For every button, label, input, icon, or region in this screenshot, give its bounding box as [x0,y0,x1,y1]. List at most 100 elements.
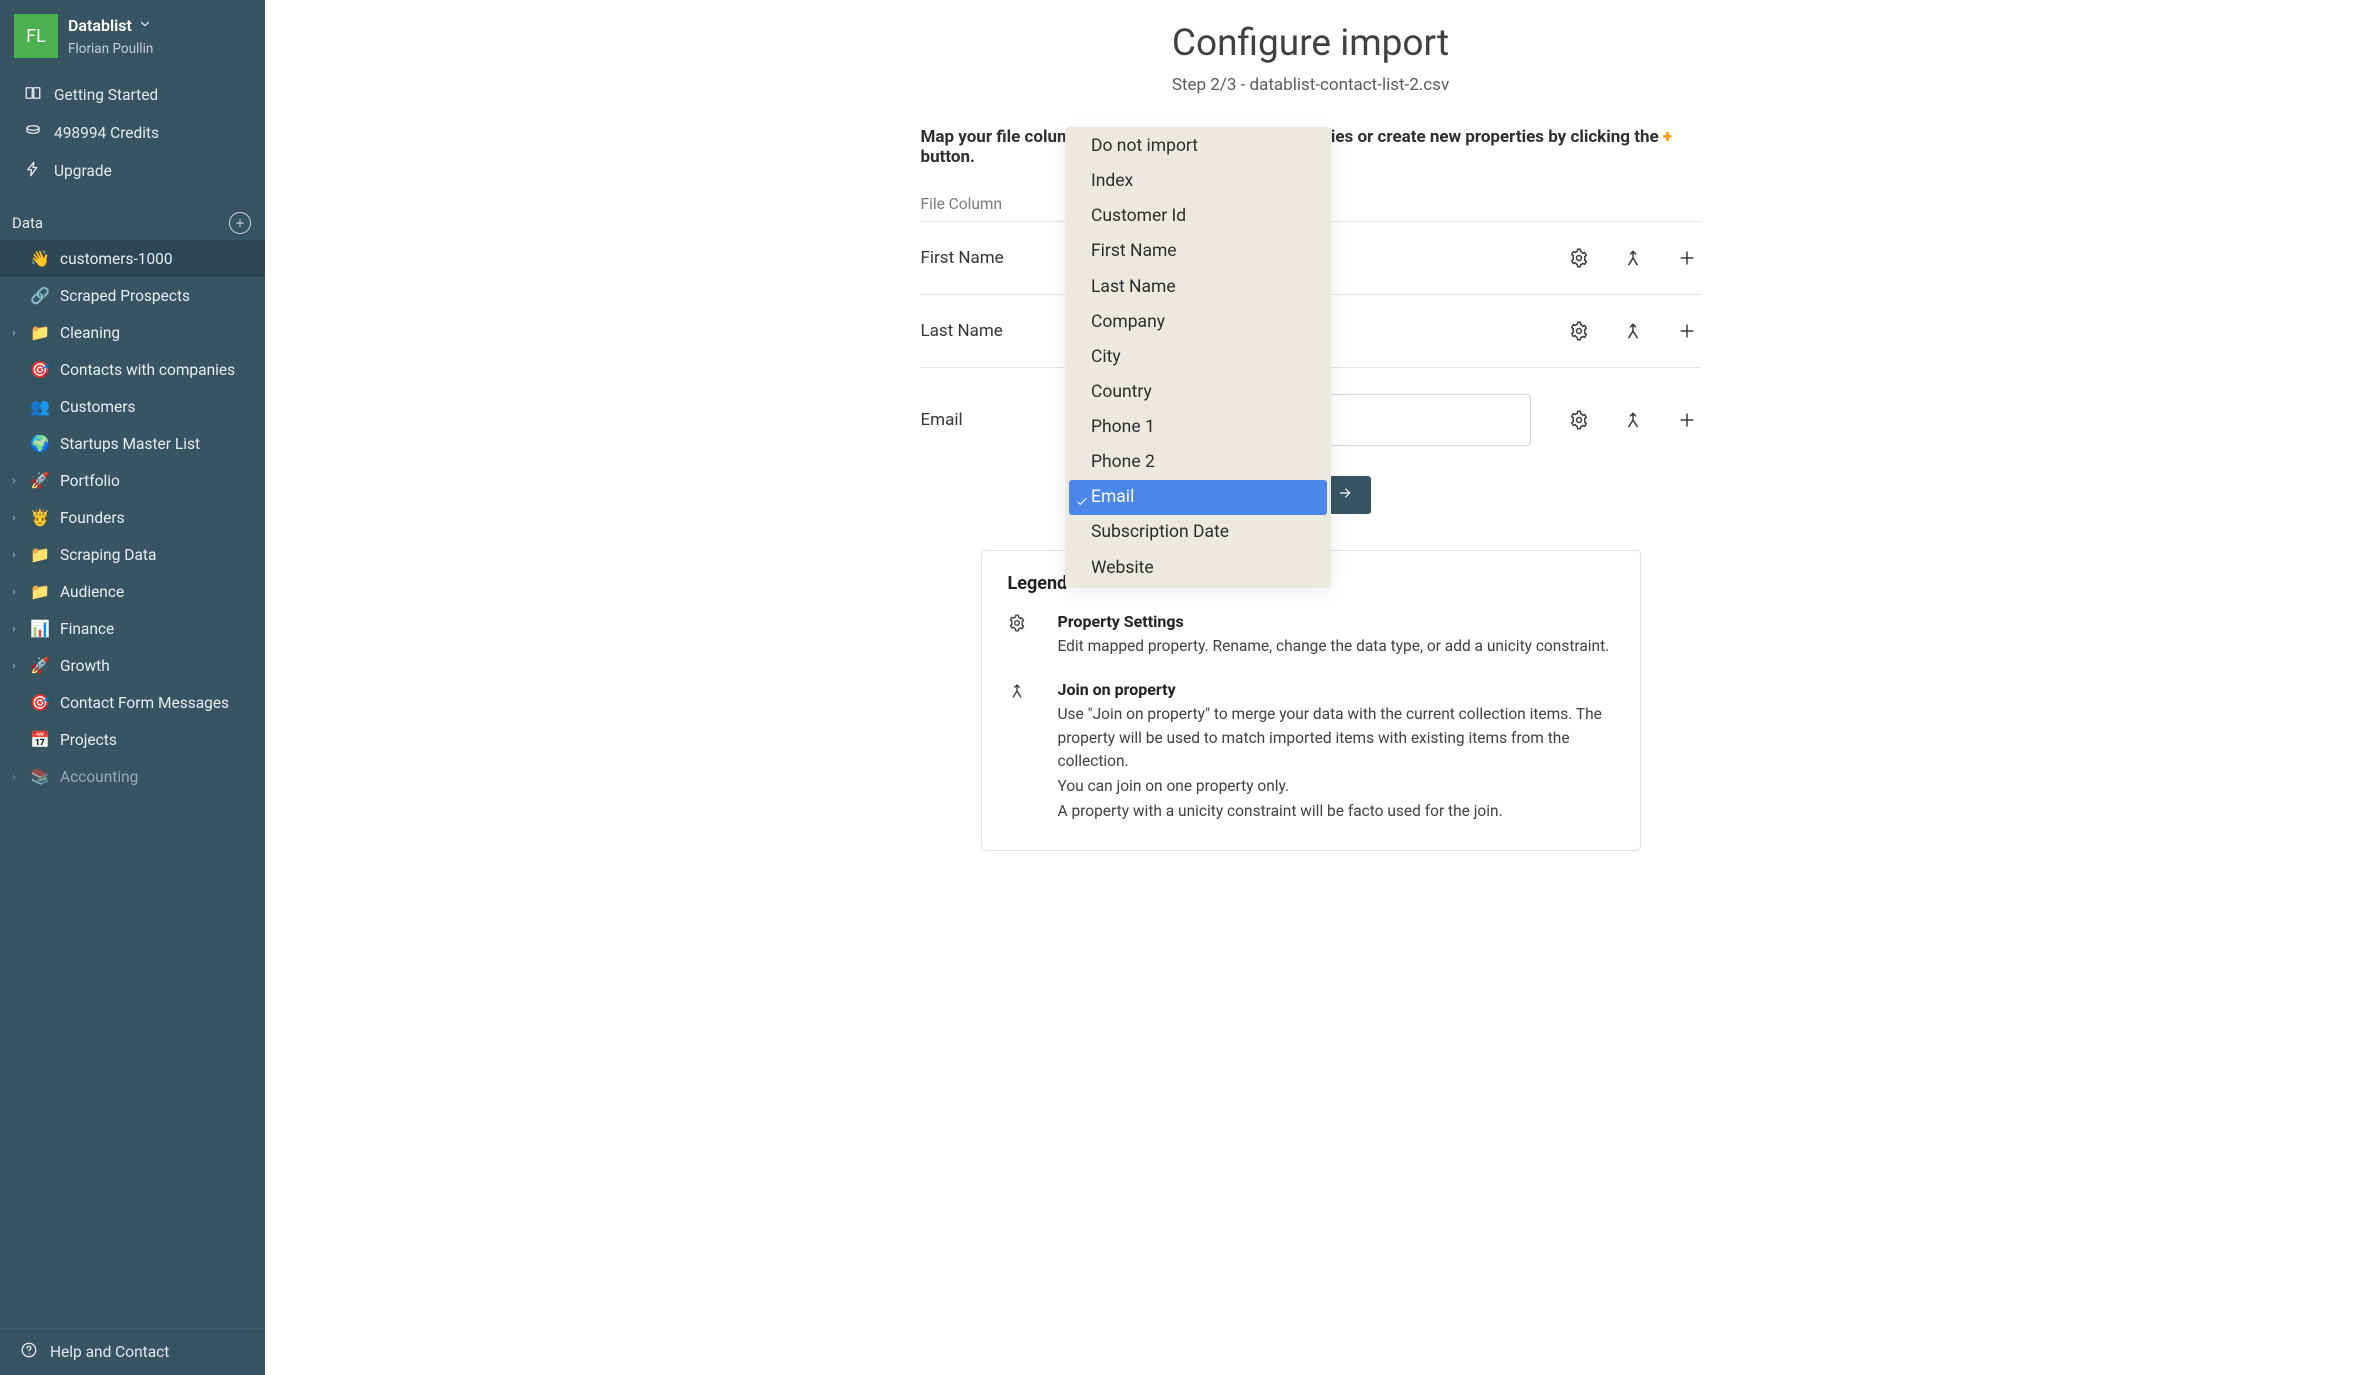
dropdown-option-label: Last Name [1091,274,1176,301]
legend-join-desc-2: You can join on one property only. [1058,775,1614,798]
page-subtitle: Step 2/3 - datablist-contact-list-2.csv [325,75,2296,95]
data-section-header: Data [0,198,265,240]
nav-getting-started[interactable]: Getting Started [4,76,261,114]
dropdown-option[interactable]: Company [1069,305,1327,340]
dropdown-option-label: Website [1091,555,1154,582]
credits-icon [24,122,42,144]
sidebar-item[interactable]: 📅Projects [0,721,265,758]
chevron-right-icon [8,512,20,524]
dropdown-option[interactable]: Website [1069,551,1327,586]
dropdown-option[interactable]: Customer Id [1069,199,1327,234]
dropdown-option-label: Customer Id [1091,203,1186,230]
sidebar-item[interactable]: 📚 Accounting [0,758,265,795]
item-emoji-icon: 📚 [30,767,50,786]
gear-icon [1008,612,1030,658]
section-label: Data [12,214,43,232]
sidebar-item[interactable]: 📊 Finance [0,610,265,647]
plus-inline-icon: + [1663,127,1672,147]
merge-icon [1008,680,1030,823]
item-emoji-icon: 🤴 [30,508,50,527]
legend-join-desc-1: Use "Join on property" to merge your dat… [1058,703,1614,773]
sidebar-item[interactable]: 🎯Contact Form Messages [0,684,265,721]
help-icon [20,1341,38,1363]
property-dropdown[interactable]: Do not import Index Customer Id First Name L… [1065,127,1331,588]
sidebar-item[interactable]: 🎯 Contacts with companies [0,351,265,388]
sidebar-item[interactable]: 📁 Audience [0,573,265,610]
nav-credits[interactable]: 498994 Credits [4,114,261,152]
sidebar-item-label: Audience [60,583,124,601]
sidebar-item[interactable]: 📁 Cleaning [0,314,265,351]
sidebar-item[interactable]: 🚀Portfolio [0,462,265,499]
sidebar-item[interactable]: 📁 Scraping Data [0,536,265,573]
sidebar-item-label: Cleaning [60,324,120,342]
chevron-right-icon [8,549,20,561]
dropdown-option-label: Email [1091,484,1134,511]
avatar: FL [14,14,58,58]
settings-button[interactable] [1569,248,1589,268]
item-emoji-icon: 🚀 [30,471,50,490]
add-property-button[interactable] [1677,248,1697,268]
sidebar-item[interactable]: 🌍Startups Master List [0,425,265,462]
settings-button[interactable] [1569,321,1589,341]
sidebar-item[interactable]: 👋customers-1000 [0,240,265,277]
nav-upgrade[interactable]: Upgrade [4,152,261,190]
add-property-button[interactable] [1677,321,1697,341]
sidebar-item[interactable]: 🤴 Founders [0,499,265,536]
item-emoji-icon: 🌍 [30,434,50,453]
join-button[interactable] [1623,321,1643,341]
add-collection-button[interactable] [229,212,251,234]
sidebar-item-label: Accounting [60,768,138,786]
collections-tree: 👋customers-1000 🔗 Scraped Prospects 📁 Cleani… [0,240,265,1328]
item-emoji-icon: 📁 [30,545,50,564]
item-emoji-icon: 📁 [30,582,50,601]
dropdown-option[interactable]: Last Name [1069,270,1327,305]
sidebar-item-label: Finance [60,620,114,638]
dropdown-option[interactable]: Email [1069,480,1327,515]
sidebar-item-label: Scraping Data [60,546,156,564]
nav-label: Getting Started [54,86,158,104]
check-icon [1075,491,1089,505]
item-emoji-icon: 📊 [30,619,50,638]
dropdown-option-label: Country [1091,379,1152,406]
join-button[interactable] [1623,248,1643,268]
settings-button[interactable] [1569,410,1589,430]
sidebar-item-label: Growth [60,657,110,675]
item-emoji-icon: 🎯 [30,360,50,379]
arrow-right-icon [1337,485,1353,505]
sidebar-item-label: Contacts with companies [60,361,235,379]
dropdown-option[interactable]: Country [1069,375,1327,410]
dropdown-option[interactable]: First Name [1069,234,1327,269]
item-emoji-icon: 📁 [30,323,50,342]
chevron-right-icon [8,660,20,672]
dropdown-option-label: Index [1091,168,1133,195]
dropdown-option[interactable]: Do not import [1069,129,1327,164]
item-emoji-icon: 🔗 [30,286,50,305]
item-emoji-icon: 🚀 [30,656,50,675]
main-content: Configure import Step 2/3 - datablist-co… [265,0,2356,1375]
sidebar-item-label: Founders [60,509,125,527]
add-property-button[interactable] [1677,410,1697,430]
sidebar-item[interactable]: 🚀 Growth [0,647,265,684]
page-title: Configure import [325,22,2296,65]
workspace-header[interactable]: FL Datablist Florian Poullin [0,0,265,58]
legend-settings-title: Property Settings [1058,612,1610,631]
nav-label: Upgrade [54,162,112,180]
dropdown-option-label: Do not import [1091,133,1198,160]
legend-join-title: Join on property [1058,680,1614,699]
dropdown-option[interactable]: Phone 2 [1069,445,1327,480]
dropdown-option[interactable]: Index [1069,164,1327,199]
join-button[interactable] [1623,410,1643,430]
sidebar-item[interactable]: 🔗 Scraped Prospects [0,277,265,314]
dropdown-option[interactable]: Subscription Date [1069,515,1327,550]
sidebar-item-label: Contact Form Messages [60,694,229,712]
dropdown-option[interactable]: City [1069,340,1327,375]
nav-label: Help and Contact [50,1343,169,1361]
dropdown-option[interactable]: Phone 1 [1069,410,1327,445]
sidebar-item[interactable]: 👥Customers [0,388,265,425]
bolt-icon [24,160,42,182]
nav-help[interactable]: Help and Contact [0,1333,265,1371]
sidebar-item-label: Scraped Prospects [60,287,190,305]
dropdown-option-label: Phone 2 [1091,449,1155,476]
legend-card: Legend Property Settings Edit mapped pro… [981,550,1641,851]
sidebar-item-label: Projects [60,731,117,749]
